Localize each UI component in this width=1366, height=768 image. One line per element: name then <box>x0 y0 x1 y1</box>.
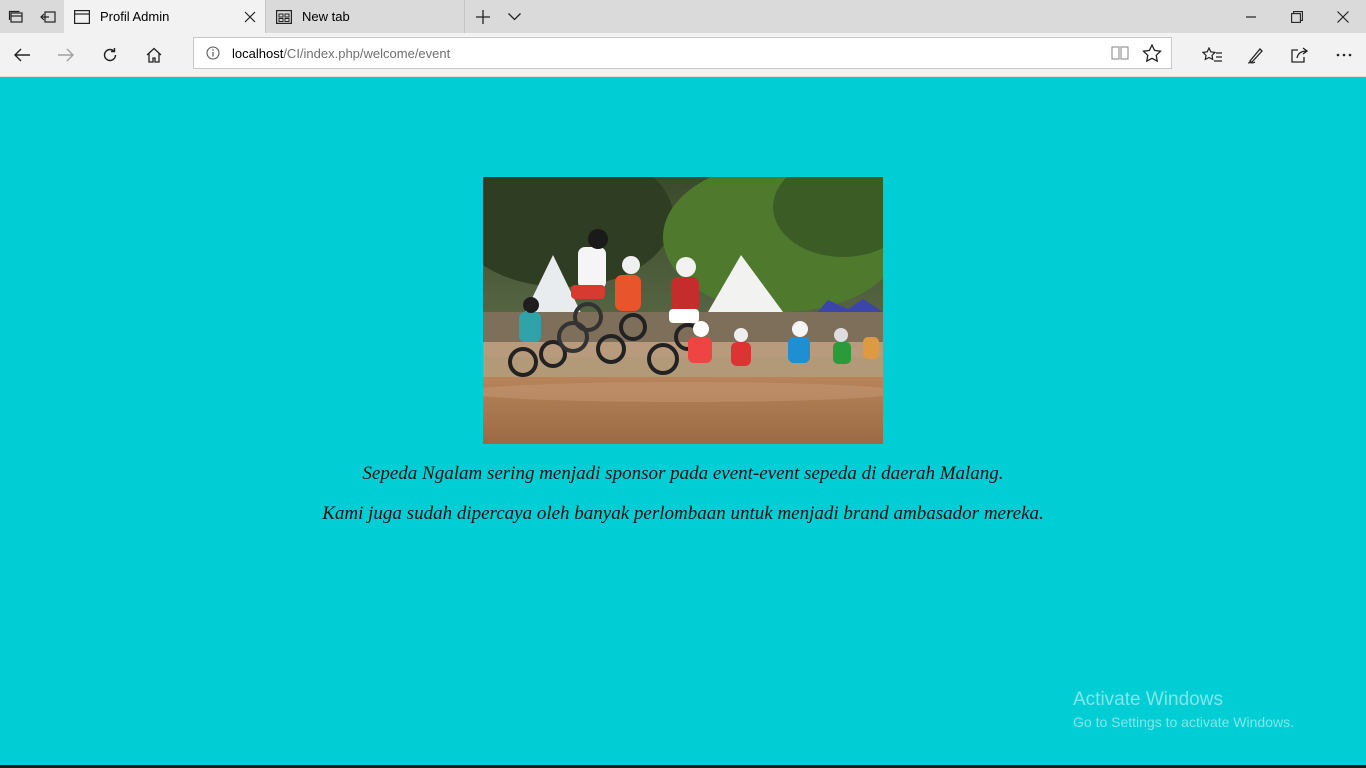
minimize-button[interactable] <box>1228 0 1274 33</box>
refresh-button[interactable] <box>88 33 132 76</box>
close-window-button[interactable] <box>1320 0 1366 33</box>
tab-manager-button[interactable] <box>0 0 32 33</box>
plus-icon <box>476 9 490 24</box>
share-button[interactable] <box>1278 33 1322 76</box>
tab-new-tab[interactable]: New tab <box>265 0 465 33</box>
favorites-icon <box>1202 46 1222 62</box>
close-icon <box>244 11 256 22</box>
refresh-icon <box>103 47 117 61</box>
page-icon <box>74 9 90 24</box>
event-caption-1: Sepeda Ngalam sering menjadi sponsor pad… <box>362 463 1004 484</box>
watermark-subtitle: Go to Settings to activate Windows. <box>1073 714 1294 730</box>
back-icon <box>14 48 30 61</box>
navigation-bar: localhost/CI/index.php/welcome/event <box>0 33 1366 77</box>
address-bar[interactable]: localhost/CI/index.php/welcome/event <box>193 37 1172 69</box>
tab-label: New tab <box>302 9 350 24</box>
share-icon <box>1291 46 1309 63</box>
url-path: /CI/index.php/welcome/event <box>283 46 451 61</box>
tab-profil-admin[interactable]: Profil Admin <box>64 0 265 33</box>
close-icon <box>1337 10 1349 23</box>
home-button[interactable] <box>132 33 176 76</box>
set-aside-tabs-icon <box>40 10 56 23</box>
tab-bar: Profil Admin New tab <box>0 0 1366 33</box>
more-button[interactable] <box>1322 33 1366 76</box>
info-icon[interactable] <box>206 46 220 60</box>
chevron-down-icon <box>507 12 521 20</box>
new-tab-button[interactable] <box>467 0 499 33</box>
watermark-title: Activate Windows <box>1073 689 1223 710</box>
notes-button[interactable] <box>1234 33 1278 76</box>
url-host: localhost <box>232 46 284 61</box>
more-icon <box>1336 53 1352 56</box>
windows-activation-watermark: Activate Windows Go to Settings to activ… <box>1073 689 1294 730</box>
restore-icon <box>1291 10 1303 23</box>
home-icon <box>146 47 162 63</box>
forward-icon <box>58 48 74 61</box>
page-content: Sepeda Ngalam sering menjadi sponsor pad… <box>0 77 1366 765</box>
new-tab-page-icon <box>276 9 292 24</box>
url-text[interactable]: localhost/CI/index.php/welcome/event <box>232 46 450 61</box>
back-button[interactable] <box>0 33 44 76</box>
tab-label: Profil Admin <box>100 9 170 24</box>
favorites-button[interactable] <box>1190 33 1234 76</box>
pen-icon <box>1247 47 1263 64</box>
tab-list-button[interactable] <box>498 0 530 33</box>
tab-manager-icon <box>8 10 23 23</box>
reading-view-icon[interactable] <box>1111 45 1129 61</box>
event-photo <box>483 177 883 444</box>
star-icon[interactable] <box>1142 44 1162 62</box>
set-aside-tabs-button[interactable] <box>32 0 64 33</box>
restore-button[interactable] <box>1274 0 1320 33</box>
forward-button[interactable] <box>44 33 88 76</box>
close-tab-button[interactable] <box>235 0 265 33</box>
event-caption-2: Kami juga sudah dipercaya oleh banyak pe… <box>322 503 1044 524</box>
minimize-icon <box>1246 15 1256 18</box>
